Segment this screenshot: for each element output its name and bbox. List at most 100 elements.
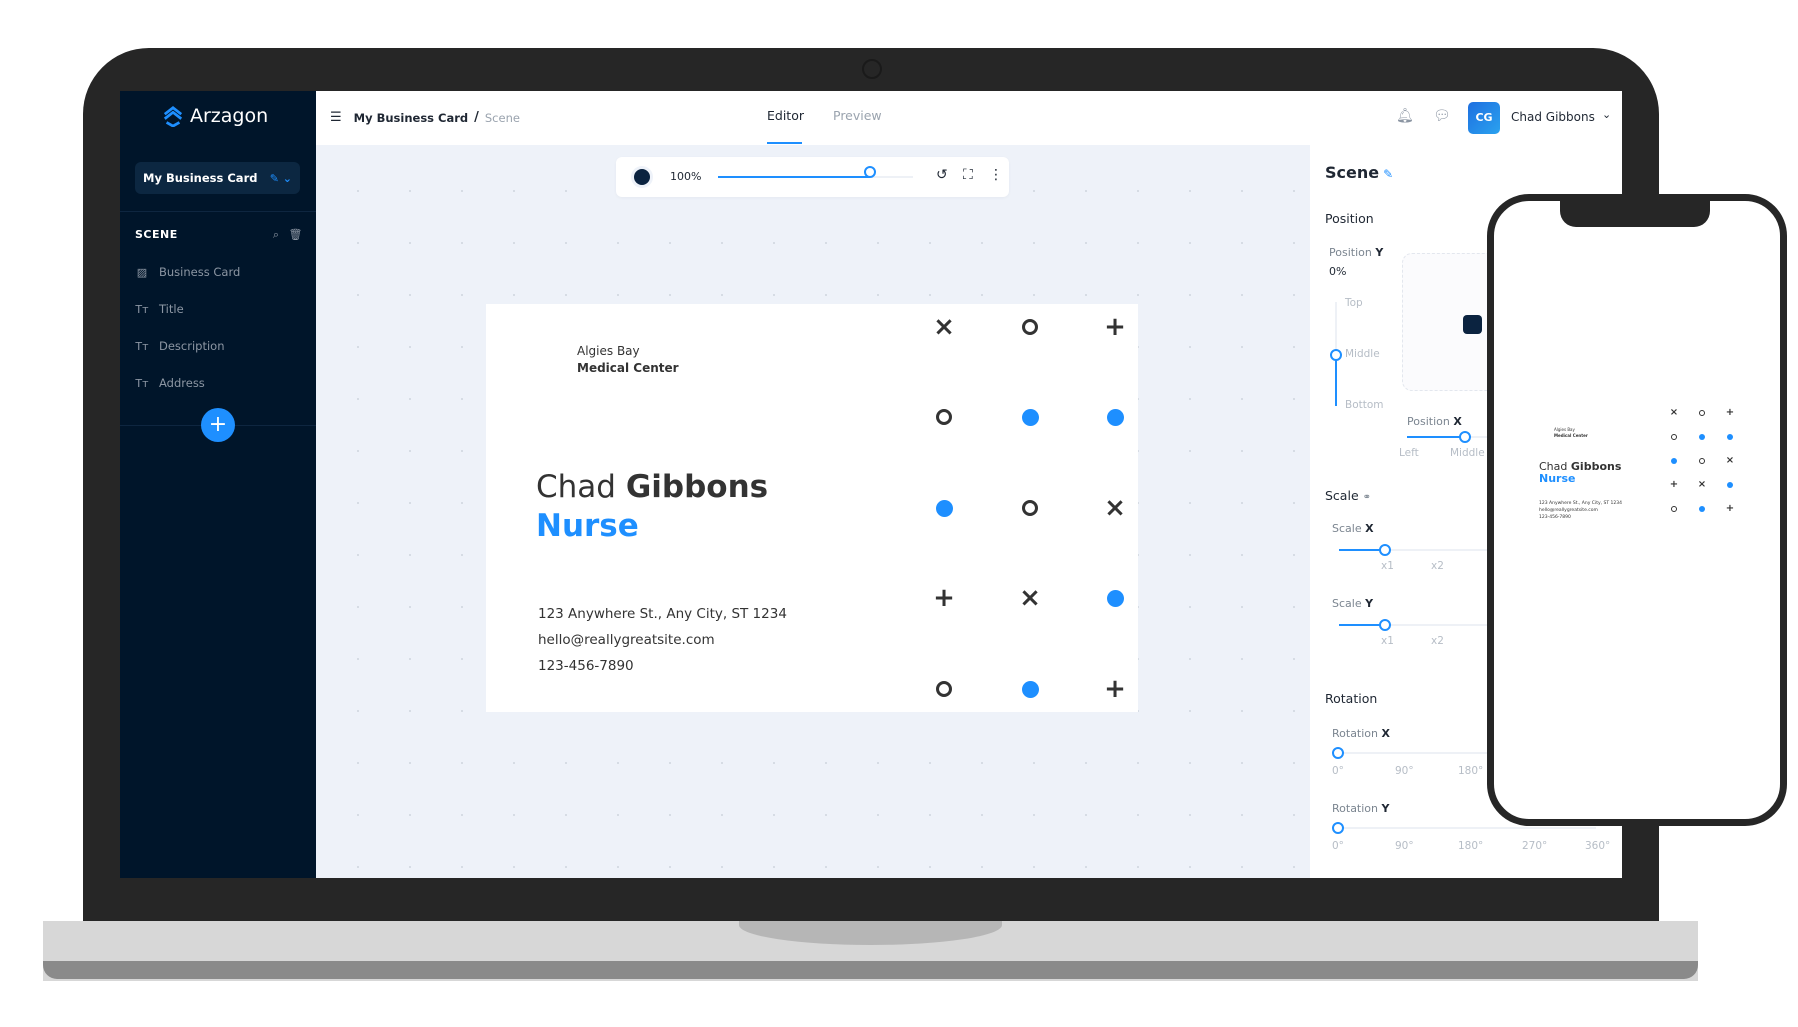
rotation-y-slider[interactable] <box>1332 822 1596 834</box>
scale-x-handle[interactable] <box>1379 544 1391 556</box>
dot-symbol <box>1021 408 1039 426</box>
position-x-handle[interactable] <box>1459 431 1471 443</box>
pattern-cell: × <box>1100 493 1130 523</box>
breadcrumb-project[interactable]: My Business Card <box>354 111 468 125</box>
cross-symbol: × <box>1019 583 1041 613</box>
tick-bottom: Bottom <box>1345 399 1384 411</box>
position-y-slider[interactable] <box>1330 302 1342 406</box>
plus-symbol: + <box>1725 503 1735 514</box>
project-selector[interactable]: My Business Card ✎ ⌄ <box>135 162 300 194</box>
bell-icon[interactable]: 🔔︎ <box>1396 108 1414 124</box>
editor-canvas[interactable]: 100% ↺ ⛶ ⋮ Algies Bay Medical Center Cha… <box>316 145 1310 878</box>
scale-x-label: Scale X <box>1332 522 1374 535</box>
app-screen: Arzagon My Business Card ✎ ⌄ SCENE ⌕ 🗑 ▨… <box>120 91 1622 878</box>
pattern-cell <box>929 402 959 432</box>
scene-section-header: SCENE ⌕ 🗑 <box>135 228 303 242</box>
rotation-x-tick: 0° <box>1332 765 1344 777</box>
position-heading: Position <box>1325 211 1374 226</box>
color-swatch[interactable] <box>634 169 650 185</box>
scale-y-label: Scale Y <box>1332 597 1374 610</box>
plus-symbol: + <box>1104 674 1126 704</box>
scale-x-tick: x2 <box>1431 560 1444 572</box>
phone-pattern-cell <box>1669 432 1679 442</box>
breadcrumb-scene[interactable]: Scene <box>485 111 520 125</box>
layer-item-address[interactable]: Tт Address <box>135 376 204 390</box>
pattern-cell <box>929 493 959 523</box>
ring-symbol <box>1671 434 1677 440</box>
phone-org-line1: Algies Bay <box>1554 427 1575 432</box>
trash-icon[interactable]: 🗑 <box>289 228 303 242</box>
tab-editor[interactable]: Editor <box>767 108 804 123</box>
layer-item-title[interactable]: Tт Title <box>135 302 183 316</box>
ring-symbol <box>1699 410 1705 416</box>
zoom-slider[interactable] <box>718 166 913 178</box>
plus-symbol: + <box>1669 479 1679 490</box>
tick-left: Left <box>1399 447 1419 459</box>
app-logo[interactable]: Arzagon <box>162 105 268 127</box>
rotation-x-handle[interactable] <box>1332 747 1344 759</box>
text-icon: Tт <box>135 376 149 390</box>
rotation-y-handle[interactable] <box>1332 822 1344 834</box>
rotation-x-tick: 180° <box>1458 765 1484 777</box>
position-y-value: 0% <box>1329 265 1347 278</box>
position-marker[interactable] <box>1463 315 1482 334</box>
search-icon[interactable]: ⌕ <box>273 228 280 242</box>
zoom-slider-fill <box>718 176 871 178</box>
first-name: Chad <box>536 469 616 505</box>
phone-org-line2: Medical Center <box>1554 433 1588 438</box>
card-email: hello@reallygreatsite.com <box>538 632 715 648</box>
fullscreen-icon[interactable]: ⛶ <box>963 167 973 183</box>
link-icon[interactable]: ⚭ <box>1363 492 1371 503</box>
layer-item-business-card[interactable]: ▨ Business Card <box>135 265 240 279</box>
position-y-handle[interactable] <box>1330 349 1342 361</box>
add-layer-button[interactable]: + <box>201 408 235 442</box>
dot-symbol <box>1727 482 1733 488</box>
camera-icon <box>862 59 882 79</box>
rotation-y-tick: 180° <box>1458 840 1484 852</box>
project-name: My Business Card <box>143 171 258 185</box>
rotation-x-label: Rotation X <box>1332 727 1390 740</box>
tick-middle: Middle <box>1450 447 1485 459</box>
edit-chevron-icon[interactable]: ✎ ⌄ <box>270 172 292 185</box>
phone-pattern-cell: + <box>1725 504 1735 514</box>
phone-pattern-cell: + <box>1725 408 1735 418</box>
zoom-slider-handle[interactable] <box>864 166 877 178</box>
more-options-icon[interactable]: ⋮ <box>989 167 1003 183</box>
pattern-cell <box>1015 312 1045 342</box>
phone-pattern-cell <box>1697 432 1707 442</box>
ring-symbol <box>1022 319 1038 335</box>
dot-symbol <box>1699 434 1705 440</box>
avatar[interactable]: CG <box>1468 102 1500 134</box>
card-role: Nurse <box>536 508 639 544</box>
phone-pattern-cell <box>1725 480 1735 490</box>
chat-icon[interactable]: 💬︎ <box>1433 108 1451 124</box>
pattern-cell <box>1100 583 1130 613</box>
rotation-y-tick: 360° <box>1585 840 1611 852</box>
cross-symbol: × <box>1697 479 1707 490</box>
tick-top: Top <box>1345 297 1363 309</box>
scale-y-tick: x1 <box>1381 635 1394 647</box>
top-header: ☰ My Business Card / Scene Editor Previe… <box>316 91 1622 145</box>
phone-pattern-cell <box>1697 456 1707 466</box>
pattern-cell <box>929 674 959 704</box>
ring-symbol <box>1671 506 1677 512</box>
layer-item-description[interactable]: Tт Description <box>135 339 224 353</box>
pattern-cell: × <box>1015 583 1045 613</box>
scale-heading: Scale ⚭ <box>1325 488 1372 503</box>
ring-symbol <box>936 409 952 425</box>
pattern-cell: + <box>929 583 959 613</box>
user-name[interactable]: Chad Gibbons <box>1511 110 1595 124</box>
dot-symbol <box>1727 434 1733 440</box>
scale-y-handle[interactable] <box>1379 619 1391 631</box>
image-icon: ▨ <box>136 265 148 279</box>
dot-symbol <box>1699 506 1705 512</box>
dot-symbol <box>1671 458 1677 464</box>
business-card[interactable]: Algies Bay Medical Center Chad Gibbons N… <box>486 304 1138 712</box>
collapse-menu-icon[interactable]: ☰ <box>330 110 342 125</box>
scale-y-tick: x2 <box>1431 635 1444 647</box>
tab-preview[interactable]: Preview <box>833 108 882 123</box>
pattern-cell <box>1015 493 1045 523</box>
reset-icon[interactable]: ↺ <box>936 167 948 183</box>
edit-icon[interactable]: ✎ <box>1383 167 1393 181</box>
chevron-down-icon[interactable]: ⌄ <box>1602 108 1611 121</box>
